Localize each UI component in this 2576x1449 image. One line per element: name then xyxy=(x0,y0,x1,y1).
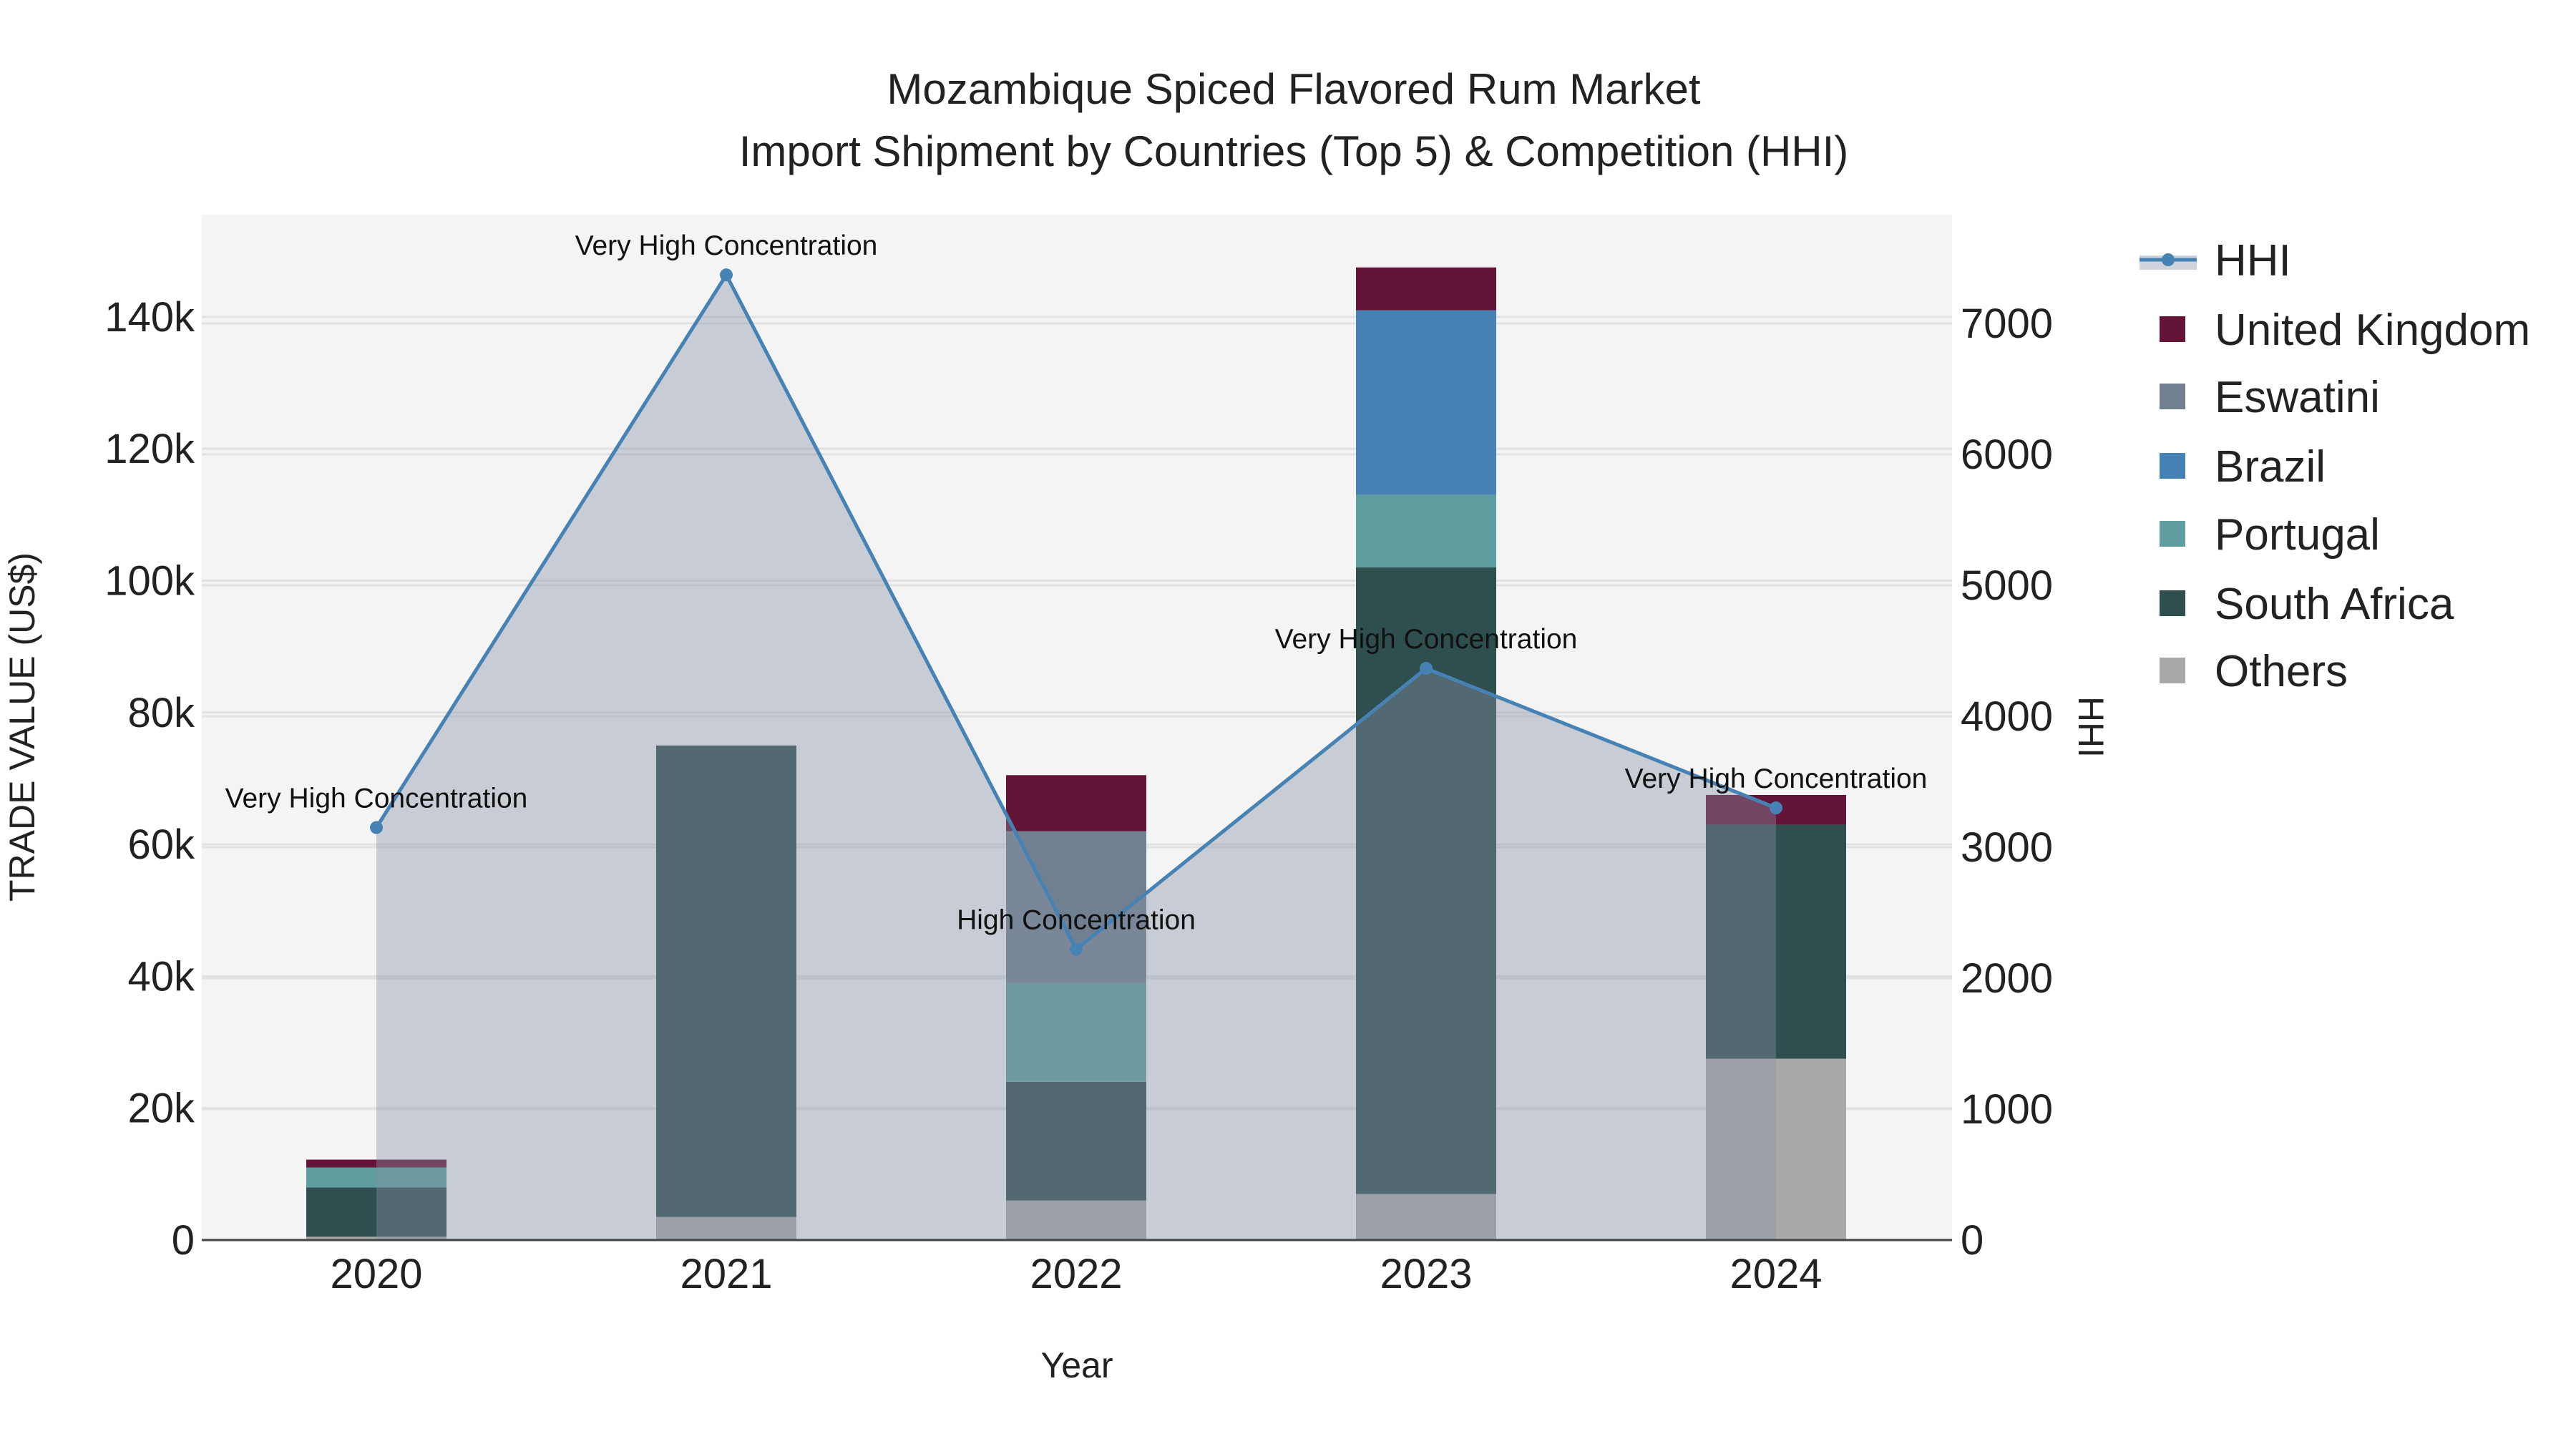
legend-label: Brazil xyxy=(2215,442,2326,492)
hhi-point xyxy=(1070,942,1083,956)
x-tick-label: 2021 xyxy=(680,1251,772,1297)
y-tick-label: 20k xyxy=(127,1085,195,1132)
y-tick-label: 80k xyxy=(127,690,195,736)
hhi-annotation: Very High Concentration xyxy=(1625,763,1928,794)
y-tick-label: 0 xyxy=(172,1217,195,1264)
y2-tick-label: 5000 xyxy=(1961,562,2053,609)
legend-swatch-hhi-marker xyxy=(2162,253,2175,266)
y2-axis-title: HHI xyxy=(2071,696,2111,758)
legend: HHI United Kingdom Eswatini Brazil Portugal S… xyxy=(2140,236,2530,696)
hhi-point xyxy=(1770,801,1782,815)
y-tick-label: 120k xyxy=(104,426,195,472)
y2-tick-label: 3000 xyxy=(1961,824,2053,871)
bar-united-kingdom xyxy=(1006,775,1146,831)
hhi-point xyxy=(370,821,383,834)
y2-tick-label: 6000 xyxy=(1961,431,2053,478)
legend-swatch-south-africa xyxy=(2160,590,2185,616)
hhi-annotation: High Concentration xyxy=(957,905,1196,936)
y2-tick-label: 1000 xyxy=(1961,1086,2053,1133)
chart-title-line2: Import Shipment by Countries (Top 5) & C… xyxy=(739,127,1849,175)
x-tick-label: 2024 xyxy=(1729,1251,1822,1297)
x-tick-label: 2023 xyxy=(1380,1251,1472,1297)
y2-tick-label: 0 xyxy=(1961,1217,1984,1264)
legend-label: Eswatini xyxy=(2215,373,2380,422)
x-axis-title: Year xyxy=(1040,1345,1113,1385)
chart: Very High Concentration Very High Concent… xyxy=(2,65,2530,1385)
bar-portugal xyxy=(1356,494,1496,568)
y-tick-label: 100k xyxy=(104,557,195,604)
hhi-annotation: Very High Concentration xyxy=(575,230,878,261)
hhi-point xyxy=(1420,662,1433,675)
legend-label: Portugal xyxy=(2215,510,2380,560)
hhi-annotation: Very High Concentration xyxy=(1275,624,1578,655)
y-tick-label: 60k xyxy=(127,821,195,868)
y-tick-label: 140k xyxy=(104,294,195,341)
bar-united-kingdom xyxy=(1356,267,1496,311)
bar-brazil xyxy=(1356,310,1496,495)
legend-swatch-portugal xyxy=(2160,521,2185,547)
y2-tick-label: 2000 xyxy=(1961,955,2053,1002)
y2-tick-label: 7000 xyxy=(1961,301,2053,347)
legend-swatch-united-kingdom xyxy=(2160,316,2185,342)
legend-label: Others xyxy=(2215,647,2348,696)
chart-title-line1: Mozambique Spiced Flavored Rum Market xyxy=(887,65,1700,113)
legend-swatch-brazil xyxy=(2160,453,2185,479)
legend-swatch-eswatini xyxy=(2160,384,2185,409)
hhi-point xyxy=(720,268,733,282)
legend-label: South Africa xyxy=(2215,580,2454,629)
legend-swatch-others xyxy=(2160,658,2185,683)
y-axis-title: TRADE VALUE (US$) xyxy=(2,552,42,902)
y-tick-label: 40k xyxy=(127,953,195,1000)
y2-tick-label: 4000 xyxy=(1961,693,2053,740)
x-tick-label: 2022 xyxy=(1030,1251,1122,1297)
legend-label: United Kingdom xyxy=(2215,306,2530,355)
x-tick-label: 2020 xyxy=(330,1251,422,1297)
legend-label: HHI xyxy=(2215,236,2291,286)
hhi-annotation: Very High Concentration xyxy=(225,784,528,814)
